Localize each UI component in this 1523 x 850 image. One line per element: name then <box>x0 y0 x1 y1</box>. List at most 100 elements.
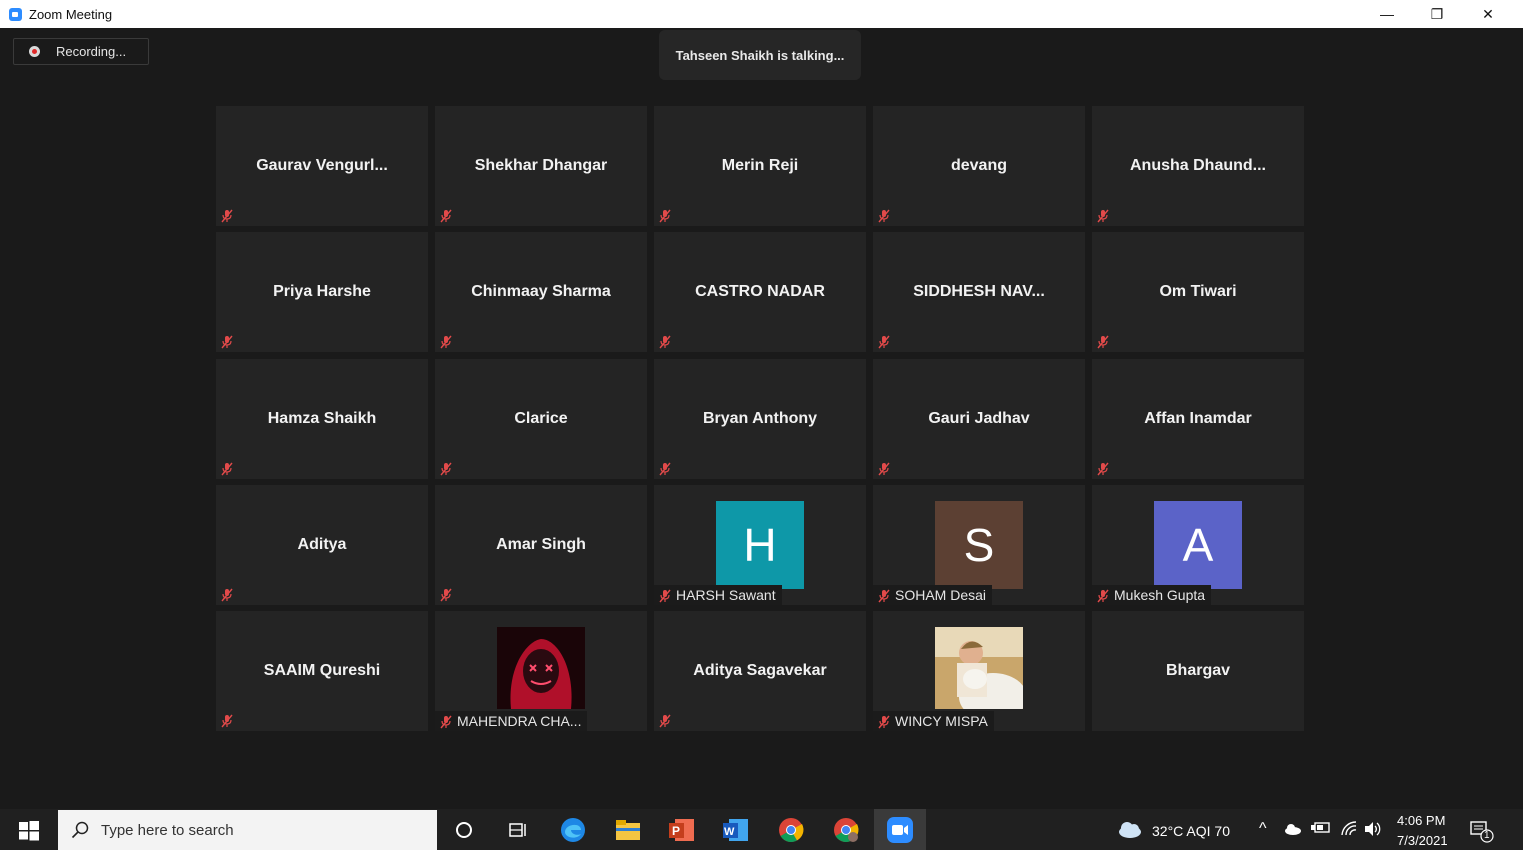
window-title: Zoom Meeting <box>29 7 113 22</box>
mic-muted-icon <box>658 714 672 728</box>
active-speaker-text: Tahseen Shaikh is talking... <box>675 48 845 63</box>
participant-tile[interactable]: Gauri Jadhav <box>873 359 1085 479</box>
participant-tile[interactable]: SIDDHESH NAV... <box>873 232 1085 352</box>
participant-name: MAHENDRA CHA... <box>457 713 582 729</box>
participant-avatar: H <box>716 501 804 589</box>
windows-start-icon[interactable] <box>19 821 39 841</box>
participant-name: SOHAM Desai <box>895 587 987 603</box>
battery-icon[interactable] <box>1311 821 1331 838</box>
participant-name: Bhargav <box>1165 662 1231 679</box>
weather-text[interactable]: 32°C AQI 70 <box>1152 823 1230 839</box>
participant-tile[interactable]: CASTRO NADAR <box>654 232 866 352</box>
mic-muted-icon <box>658 209 672 223</box>
participant-name-label: WINCY MISPA <box>873 711 994 731</box>
file-explorer-icon[interactable] <box>613 815 643 845</box>
zoom-taskbar-icon[interactable] <box>874 809 926 850</box>
restore-button[interactable]: ❐ <box>1414 2 1460 26</box>
mic-muted-icon <box>220 462 234 476</box>
notification-count: 1 <box>1484 830 1490 841</box>
weather-icon[interactable] <box>1115 815 1145 845</box>
participant-name: WINCY MISPA <box>895 713 988 729</box>
participant-tile[interactable]: Anusha Dhaund... <box>1092 106 1304 226</box>
participant-name: Gauri Jadhav <box>928 410 1030 427</box>
onedrive-icon[interactable] <box>1284 822 1302 838</box>
mic-muted-icon <box>658 335 672 349</box>
volume-icon[interactable] <box>1363 821 1381 840</box>
window-titlebar: Zoom Meeting — ❐ ✕ <box>0 0 1523 28</box>
participant-name-label: SOHAM Desai <box>873 585 993 605</box>
participant-tile[interactable]: Chinmaay Sharma <box>435 232 647 352</box>
participant-name: Mukesh Gupta <box>1114 587 1206 603</box>
participant-tile[interactable]: Clarice <box>435 359 647 479</box>
chrome-profile-icon[interactable] <box>831 815 861 845</box>
mic-muted-icon <box>877 209 891 223</box>
participant-name: Anusha Dhaund... <box>1130 157 1266 174</box>
cortana-icon[interactable] <box>449 815 479 845</box>
participant-tile[interactable]: Bhargav <box>1092 611 1304 731</box>
participant-name: Hamza Shaikh <box>267 410 377 427</box>
clock-date[interactable]: 7/3/2021 <box>1397 833 1448 848</box>
search-icon <box>71 821 89 839</box>
participant-avatar: S <box>935 501 1023 589</box>
participant-tile[interactable]: Bryan Anthony <box>654 359 866 479</box>
wifi-icon[interactable] <box>1340 821 1358 840</box>
participant-tile[interactable]: SAAIM Qureshi <box>216 611 428 731</box>
participant-name: HARSH Sawant <box>676 587 776 603</box>
participant-tile[interactable]: WINCY MISPA <box>873 611 1085 731</box>
close-button[interactable]: ✕ <box>1465 2 1511 26</box>
mic-muted-icon <box>658 588 672 603</box>
active-speaker-banner: Tahseen Shaikh is talking... <box>659 30 861 80</box>
recording-indicator[interactable]: Recording... <box>13 38 149 65</box>
mic-muted-icon <box>439 209 453 223</box>
participant-tile[interactable]: Aditya Sagavekar <box>654 611 866 731</box>
mic-muted-icon <box>439 335 453 349</box>
participant-name-label: Mukesh Gupta <box>1092 585 1212 605</box>
notification-center-icon[interactable] <box>1470 819 1494 846</box>
mic-muted-icon <box>877 462 891 476</box>
clock-time[interactable]: 4:06 PM <box>1397 813 1445 828</box>
search-placeholder: Type here to search <box>101 822 234 839</box>
show-hidden-icons-chevron-icon[interactable]: ^ <box>1259 820 1267 838</box>
participant-avatar: A <box>1154 501 1242 589</box>
task-view-icon[interactable] <box>503 815 533 845</box>
minimize-button[interactable]: — <box>1364 2 1410 26</box>
participant-tile[interactable]: MAHENDRA CHA... <box>435 611 647 731</box>
participant-tile[interactable]: A Mukesh Gupta <box>1092 485 1304 605</box>
participant-name: Chinmaay Sharma <box>471 283 611 300</box>
participant-profile-photo <box>497 627 585 709</box>
participant-name: Aditya Sagavekar <box>693 662 827 679</box>
chrome-icon[interactable] <box>776 815 806 845</box>
word-icon[interactable]: W <box>721 815 751 845</box>
record-icon <box>29 46 40 57</box>
mic-muted-icon <box>1096 209 1110 223</box>
svg-text:P: P <box>672 824 680 838</box>
mic-muted-icon <box>220 335 234 349</box>
recording-label: Recording... <box>56 44 127 59</box>
participant-name: CASTRO NADAR <box>695 283 825 300</box>
participant-tile[interactable]: Gaurav Vengurl... <box>216 106 428 226</box>
powerpoint-icon[interactable]: P <box>667 815 697 845</box>
participant-tile[interactable]: H HARSH Sawant <box>654 485 866 605</box>
mic-muted-icon <box>439 714 453 729</box>
participant-name-label: HARSH Sawant <box>654 585 782 605</box>
mic-muted-icon <box>1096 335 1110 349</box>
edge-browser-icon[interactable] <box>558 815 588 845</box>
mic-muted-icon <box>439 462 453 476</box>
participant-tile[interactable]: Hamza Shaikh <box>216 359 428 479</box>
participant-tile[interactable]: Om Tiwari <box>1092 232 1304 352</box>
participant-name: Affan Inamdar <box>1144 410 1252 427</box>
participant-name: Gaurav Vengurl... <box>256 157 388 174</box>
participant-tile[interactable]: Priya Harshe <box>216 232 428 352</box>
participant-name: devang <box>950 157 1007 174</box>
mic-muted-icon <box>439 588 453 602</box>
participant-tile[interactable]: Amar Singh <box>435 485 647 605</box>
participant-tile[interactable]: devang <box>873 106 1085 226</box>
participant-tile[interactable]: Shekhar Dhangar <box>435 106 647 226</box>
participant-profile-photo <box>935 627 1023 709</box>
participant-tile[interactable]: Affan Inamdar <box>1092 359 1304 479</box>
participant-tile[interactable]: S SOHAM Desai <box>873 485 1085 605</box>
mic-muted-icon <box>1096 588 1110 603</box>
taskbar-search-box[interactable]: Type here to search <box>58 810 437 850</box>
participant-tile[interactable]: Merin Reji <box>654 106 866 226</box>
participant-tile[interactable]: Aditya <box>216 485 428 605</box>
